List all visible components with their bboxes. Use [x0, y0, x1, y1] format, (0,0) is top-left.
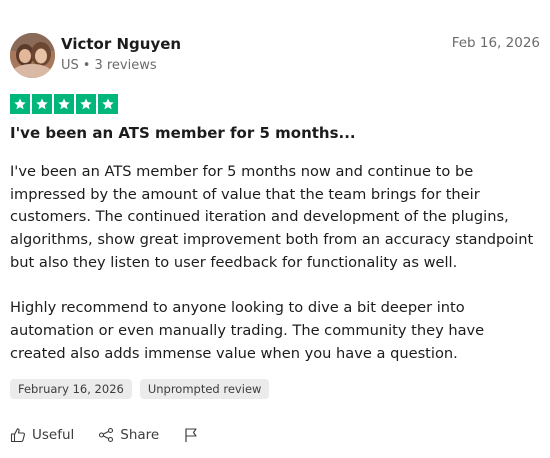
useful-button[interactable]: Useful — [10, 427, 74, 443]
review-paragraph: I've been an ATS member for 5 months now… — [10, 163, 534, 271]
meta-separator: • — [82, 58, 91, 73]
reviewer-name[interactable]: Victor Nguyen — [61, 35, 181, 53]
experience-date-badge: February 16, 2026 — [10, 379, 132, 399]
review-header: Victor Nguyen US • 3 reviews Feb 16, 2026 — [10, 33, 540, 81]
flag-icon — [185, 428, 197, 442]
share-icon — [99, 427, 114, 443]
review-body: I've been an ATS member for 5 months now… — [10, 161, 542, 388]
review-tags: February 16, 2026 Unprompted review — [10, 379, 270, 399]
share-label: Share — [120, 427, 160, 443]
review-date: Feb 16, 2026 — [451, 35, 540, 51]
review-card: Victor Nguyen US • 3 reviews Feb 16, 2026 … — [0, 0, 550, 458]
review-title[interactable]: I've been an ATS member for 5 months... — [10, 124, 356, 142]
review-paragraph: Highly recommend to anyone looking to di… — [10, 299, 485, 362]
reviewer-meta: US • 3 reviews — [61, 58, 157, 73]
star-icon — [10, 94, 30, 114]
avatar-photo — [10, 33, 55, 78]
star-rating — [10, 94, 118, 114]
star-icon — [98, 94, 118, 114]
thumbs-up-icon — [10, 428, 26, 443]
reviewer-country: US — [61, 58, 79, 73]
share-button[interactable]: Share — [98, 427, 159, 443]
flag-button[interactable] — [183, 427, 199, 443]
review-actions: Useful Share — [10, 427, 223, 443]
star-icon — [76, 94, 96, 114]
review-type-badge: Unprompted review — [139, 379, 270, 399]
star-icon — [32, 94, 52, 114]
reviewer-review-count: 3 reviews — [94, 58, 157, 73]
avatar[interactable] — [10, 33, 55, 78]
useful-label: Useful — [32, 427, 75, 443]
star-icon — [54, 94, 74, 114]
